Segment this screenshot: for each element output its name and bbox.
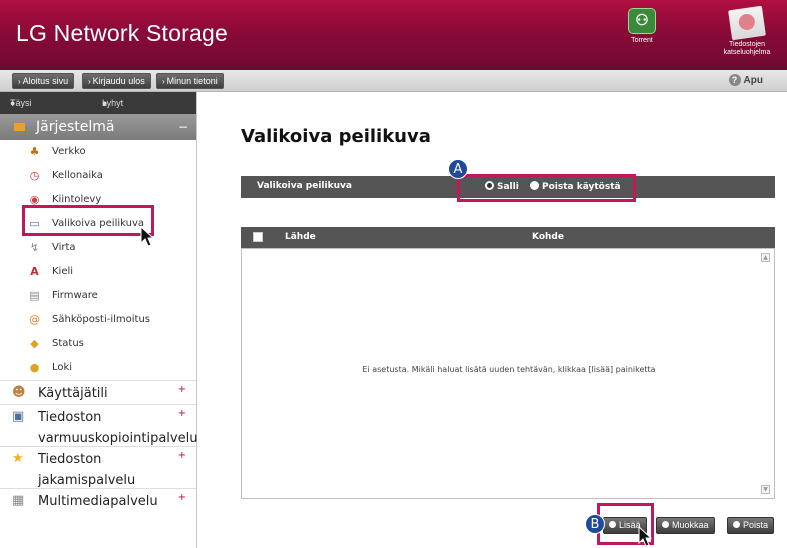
file-viewer-icon <box>728 5 766 41</box>
column-header-source[interactable]: Lähde <box>285 232 316 242</box>
annotation-badge-b: B <box>585 514 605 534</box>
table-header: Lähde Kohde <box>241 227 775 248</box>
bullet-icon: › <box>88 77 91 86</box>
logout-button[interactable]: › Kirjaudu ulos <box>82 73 151 89</box>
sidebar-item-kayttajatili[interactable]: ☻ Käyttäjätili + <box>0 380 196 404</box>
delete-button[interactable]: Poista <box>727 517 775 534</box>
multimedia-icon: ▦ <box>12 493 25 508</box>
expand-icon: + <box>177 384 186 395</box>
label-line-1: Tiedoston <box>38 452 102 467</box>
expand-icon: + <box>177 492 186 503</box>
sidebar-highlight-box <box>22 205 154 236</box>
email-icon: @ <box>29 313 40 326</box>
collapse-icon[interactable]: − <box>178 114 188 140</box>
sidebar-major-label: Multimediapalvelu <box>38 494 158 509</box>
mouse-cursor-icon <box>638 526 652 547</box>
sidebar-item-label: Sähköposti-ilmoitus <box>52 314 151 325</box>
brand-title: LG Network Storage <box>16 20 228 46</box>
sidebar-item-kellonaika[interactable]: ◷ Kellonaika <box>0 164 196 188</box>
file-viewer-label-1: Tiedostojen <box>729 41 765 48</box>
system-icon <box>14 123 25 131</box>
my-info-button[interactable]: › Minun tietoni <box>156 73 224 89</box>
torrent-label: Torrent <box>631 37 653 44</box>
power-icon: ↯ <box>29 241 40 254</box>
table-body: ▲ Ei asetusta. Mikäli haluat lisätä uude… <box>241 248 775 499</box>
clock-icon: ◷ <box>29 169 40 182</box>
sidebar-item-jakamispalvelu[interactable]: ★ Tiedoston jakamispalvelu + <box>0 446 196 488</box>
mouse-cursor-icon <box>140 226 154 247</box>
sidebar-item-loki[interactable]: ● Loki <box>0 356 196 380</box>
my-info-label: Minun tietoni <box>166 76 218 86</box>
full-menu-toggle[interactable]: Täysi valikko ● <box>10 92 38 130</box>
sidebar-item-label: Virta <box>52 242 76 253</box>
bullet-icon <box>733 521 740 528</box>
bullet-icon: › <box>162 77 165 86</box>
annotation-badge-a: A <box>448 159 468 179</box>
language-icon: A <box>30 265 39 278</box>
sidebar-section-system[interactable]: Järjestelmä − <box>0 114 196 140</box>
backup-icon: ▣ <box>12 409 25 424</box>
sidebar-major-label: Käyttäjätili <box>38 386 108 401</box>
sidebar-item-label: Kieli <box>52 266 74 277</box>
label-line-1: Tiedoston <box>38 410 102 425</box>
log-icon: ● <box>29 361 40 374</box>
sidebar-item-firmware[interactable]: ▤ Firmware <box>0 284 196 308</box>
home-label: Aloitus sivu <box>22 76 69 86</box>
bullet-icon <box>662 521 669 528</box>
sidebar-major-label: Tiedoston varmuuskopiointipalvelu <box>38 407 197 449</box>
expand-icon: + <box>177 408 186 419</box>
app-header: LG Network Storage ⚇ Torrent Tiedostojen… <box>0 0 787 70</box>
edit-label: Muokkaa <box>672 520 709 530</box>
short-menu-toggle[interactable]: Lyhyt valikko ● <box>102 92 130 130</box>
torrent-button[interactable]: ⚇ Torrent <box>612 8 672 45</box>
sidebar-item-label: Verkko <box>52 146 86 157</box>
top-toolbar: › Aloitus sivu › Kirjaudu ulos › Minun tiet… <box>0 70 787 92</box>
firmware-icon: ▤ <box>29 289 40 302</box>
sidebar-item-label: Loki <box>52 362 73 373</box>
help-icon: ? <box>728 74 741 86</box>
scroll-down-icon[interactable]: ▼ <box>761 485 770 494</box>
edit-button[interactable]: Muokkaa <box>656 517 715 534</box>
sidebar-item-multimediapalvelu[interactable]: ▦ Multimediapalvelu + <box>0 488 196 514</box>
select-all-checkbox[interactable] <box>253 232 263 242</box>
home-button[interactable]: › Aloitus sivu <box>12 73 75 89</box>
delete-label: Poista <box>743 520 769 530</box>
page-title: Valikoiva peilikuva <box>241 126 431 147</box>
torrent-icon: ⚇ <box>628 8 656 34</box>
sidebar: Täysi valikko ● Lyhyt valikko ● Järjeste… <box>0 92 197 548</box>
scroll-up-icon[interactable]: ▲ <box>761 253 770 262</box>
help-label: Apu <box>743 75 763 86</box>
sidebar-item-status[interactable]: ◆ Status <box>0 332 196 356</box>
setting-label: Valikoiva peilikuva <box>257 181 352 191</box>
sidebar-item-sahkoposti[interactable]: @ Sähköposti-ilmoitus <box>0 308 196 332</box>
network-icon: ♣ <box>29 145 40 158</box>
star-icon: ★ <box>12 451 24 466</box>
system-label: Järjestelmä <box>36 119 115 135</box>
bullet-icon: › <box>18 77 21 86</box>
user-icon: ☻ <box>12 385 26 400</box>
logout-label: Kirjaudu ulos <box>92 76 145 86</box>
sidebar-item-label: Status <box>52 338 84 349</box>
expand-icon: + <box>177 450 186 461</box>
help-button[interactable]: ? Apu <box>728 74 763 86</box>
status-icon: ◆ <box>30 337 39 350</box>
sidebar-item-virta[interactable]: ↯ Virta <box>0 236 196 260</box>
radio-highlight-box <box>457 174 636 202</box>
sidebar-item-varmuuskopiointi[interactable]: ▣ Tiedoston varmuuskopiointipalvelu + <box>0 404 197 449</box>
sidebar-item-label: Kellonaika <box>52 170 103 181</box>
empty-table-message: Ei asetusta. Mikäli haluat lisätä uuden … <box>362 365 656 374</box>
sidebar-item-label: Firmware <box>52 290 98 301</box>
sidebar-item-verkko[interactable]: ♣ Verkko <box>0 140 196 164</box>
file-viewer-label-2: katseluohjelma <box>723 49 771 56</box>
menu-toggle-bar: Täysi valikko ● Lyhyt valikko ● <box>0 92 196 130</box>
column-header-target[interactable]: Kohde <box>532 232 564 242</box>
file-viewer-button[interactable]: Tiedostojen katseluohjelma <box>712 5 782 57</box>
sidebar-major-label: Tiedoston jakamispalvelu <box>38 449 135 491</box>
sidebar-item-kieli[interactable]: A Kieli <box>0 260 196 284</box>
